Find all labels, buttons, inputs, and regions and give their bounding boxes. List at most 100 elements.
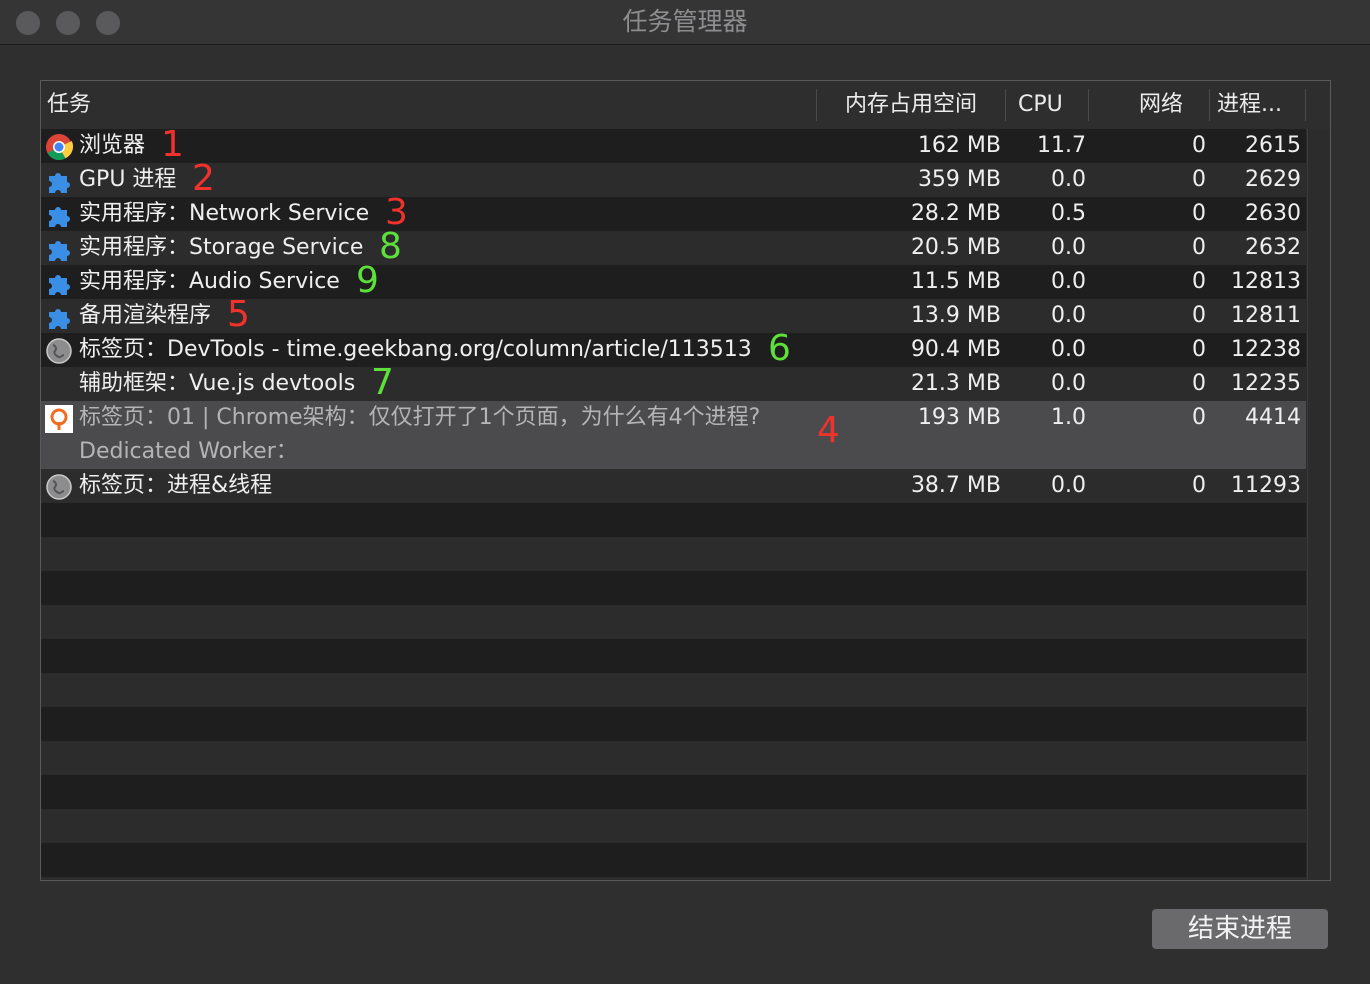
column-header-network[interactable]: 网络	[1139, 81, 1183, 129]
task-name: 实用程序：Storage Service	[79, 235, 364, 260]
table-header: 任务 内存占用空间 CPU 网络 进程...	[41, 81, 1330, 130]
vertical-scrollbar[interactable]	[1307, 129, 1330, 880]
cpu-value: 0.0	[1051, 167, 1086, 192]
empty-row	[41, 809, 1306, 843]
empty-row	[41, 843, 1306, 877]
process-id: 12813	[1231, 269, 1301, 294]
puzzle-icon	[45, 235, 73, 263]
puzzle-icon	[45, 303, 73, 331]
titlebar: 任务管理器	[0, 0, 1370, 45]
globe-icon	[45, 473, 73, 501]
column-header-process[interactable]: 进程...	[1217, 81, 1282, 129]
empty-row	[41, 503, 1306, 537]
process-id: 12238	[1231, 337, 1301, 362]
network-value: 0	[1192, 201, 1206, 226]
puzzle-icon	[45, 201, 73, 229]
network-value: 0	[1192, 269, 1206, 294]
memory-value: 162 MB	[917, 133, 1001, 158]
column-header-task[interactable]: 任务	[47, 81, 91, 129]
empty-row	[41, 707, 1306, 741]
empty-row	[41, 673, 1306, 707]
empty-row	[41, 877, 1306, 880]
memory-value: 28.2 MB	[910, 201, 1001, 226]
task-name: 标签页：进程&线程	[79, 473, 273, 498]
cpu-value: 0.0	[1051, 371, 1086, 396]
task-name: 备用渲染程序	[79, 303, 212, 328]
annotation-number: 4	[817, 410, 840, 451]
memory-value: 359 MB	[917, 167, 1001, 192]
table-row[interactable]: GPU 进程 359 MB 0.0 0 2629 2	[41, 158, 1306, 199]
task-table[interactable]: 任务 内存占用空间 CPU 网络 进程... 浏览器 162 MB 11.7 0 261…	[40, 80, 1331, 881]
annotation-number: 7	[371, 362, 394, 403]
puzzle-icon	[45, 167, 73, 195]
empty-row	[41, 571, 1306, 605]
process-id: 12811	[1231, 303, 1301, 328]
annotation-number: 1	[161, 124, 184, 165]
task-name: 浏览器	[79, 133, 146, 158]
process-id: 2632	[1245, 235, 1301, 260]
process-id: 2629	[1245, 167, 1301, 192]
process-id: 2615	[1245, 133, 1301, 158]
process-id: 12235	[1231, 371, 1301, 396]
process-id: 11293	[1231, 473, 1301, 498]
chrome-icon	[45, 133, 74, 161]
column-header-cpu[interactable]: CPU	[1018, 81, 1063, 129]
network-value: 0	[1192, 371, 1206, 396]
annotation-number: 2	[192, 158, 215, 199]
memory-value: 38.7 MB	[910, 473, 1001, 498]
geekbang-icon	[45, 405, 73, 433]
task-name: GPU 进程	[79, 167, 177, 192]
task-name: 实用程序：Audio Service	[79, 269, 340, 294]
table-row[interactable]: 标签页：01 | Chrome架构：仅仅打开了1个页面，为什么有4个进程? Ded…	[41, 401, 1306, 469]
cpu-value: 1.0	[1051, 405, 1086, 430]
network-value: 0	[1192, 133, 1206, 158]
table-row[interactable]: 浏览器 162 MB 11.7 0 2615 1	[41, 124, 1306, 165]
annotation-number: 9	[356, 260, 379, 301]
column-header-memory[interactable]: 内存占用空间	[845, 81, 977, 129]
annotation-number: 5	[227, 294, 250, 335]
cpu-value: 0.0	[1051, 337, 1086, 362]
memory-value: 11.5 MB	[910, 269, 1001, 294]
empty-row	[41, 537, 1306, 571]
task-name: 实用程序：Network Service	[79, 201, 370, 226]
task-subname: Dedicated Worker：	[79, 439, 298, 464]
window-title: 任务管理器	[622, 7, 748, 36]
cpu-value: 0.5	[1051, 201, 1086, 226]
task-name: 辅助框架：Vue.js devtools	[79, 371, 356, 396]
table-row[interactable]: 实用程序：Storage Service 20.5 MB 0.0 0 2632 8	[41, 226, 1306, 267]
empty-row	[41, 639, 1306, 673]
table-row[interactable]: 实用程序：Network Service 28.2 MB 0.5 0 2630 3	[41, 195, 1306, 231]
end-process-button[interactable]: 结束进程	[1152, 909, 1328, 949]
process-id: 2630	[1245, 201, 1301, 226]
cpu-value: 0.0	[1051, 303, 1086, 328]
network-value: 0	[1192, 235, 1206, 260]
puzzle-icon	[45, 269, 73, 297]
table-row[interactable]: 备用渲染程序 13.9 MB 0.0 0 12811 5	[41, 294, 1306, 335]
network-value: 0	[1192, 337, 1206, 362]
globe-icon	[45, 337, 73, 365]
process-id: 4414	[1245, 405, 1301, 430]
cpu-value: 0.0	[1051, 473, 1086, 498]
network-value: 0	[1192, 473, 1206, 498]
memory-value: 90.4 MB	[910, 337, 1001, 362]
memory-value: 193 MB	[917, 405, 1001, 430]
annotation-number: 6	[768, 328, 791, 369]
empty-row	[41, 605, 1306, 639]
network-value: 0	[1192, 167, 1206, 192]
memory-value: 21.3 MB	[910, 371, 1001, 396]
cpu-value: 11.7	[1037, 133, 1086, 158]
table-row[interactable]: 标签页：进程&线程 38.7 MB 0.0 0 11293	[41, 469, 1306, 503]
empty-row	[41, 775, 1306, 809]
table-row[interactable]: 标签页：DevTools - time.geekbang.org/column/…	[41, 328, 1306, 369]
task-name: 标签页：DevTools - time.geekbang.org/column/…	[79, 337, 752, 362]
network-value: 0	[1192, 303, 1206, 328]
network-value: 0	[1192, 405, 1206, 430]
memory-value: 13.9 MB	[910, 303, 1001, 328]
annotation-number: 8	[379, 226, 402, 267]
cpu-value: 0.0	[1051, 269, 1086, 294]
memory-value: 20.5 MB	[910, 235, 1001, 260]
task-name: 标签页：01 | Chrome架构：仅仅打开了1个页面，为什么有4个进程?	[79, 405, 761, 430]
table-row[interactable]: 辅助框架：Vue.js devtools 21.3 MB 0.0 0 12235 7	[41, 362, 1306, 403]
task-manager-window: 任务管理器 任务 内存占用空间 CPU 网络 进程... 浏览器 162 MB 11…	[0, 0, 1370, 984]
cpu-value: 0.0	[1051, 235, 1086, 260]
